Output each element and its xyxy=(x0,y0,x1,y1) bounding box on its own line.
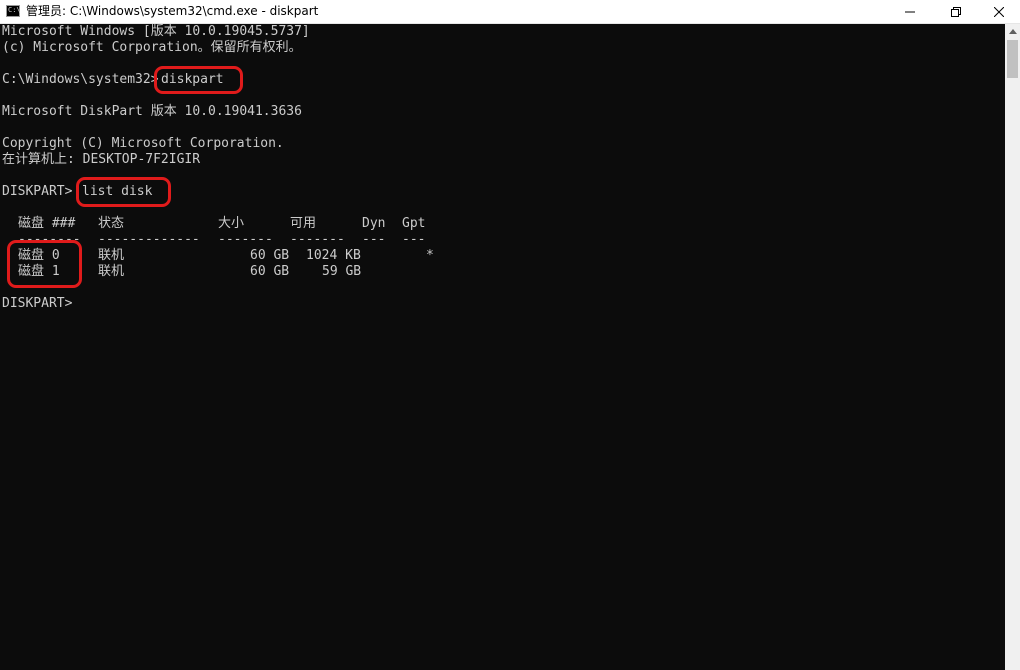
cmd-app-icon-text: C:\ xyxy=(8,6,21,14)
header-dyn: Dyn xyxy=(362,216,386,231)
table-row-size: 60 GB xyxy=(250,264,290,279)
table-row-free: 1024 KB xyxy=(306,248,361,263)
maximize-icon xyxy=(951,6,961,17)
console-line-version: Microsoft Windows [版本 10.0.19045.5737] xyxy=(2,24,310,39)
table-row-disk: 磁盘 1 xyxy=(18,264,60,279)
close-button[interactable] xyxy=(976,0,1020,23)
header-size: 大小 xyxy=(218,216,245,231)
diskpart-copyright: Copyright (C) Microsoft Corporation. xyxy=(2,136,284,151)
cmd-window: C:\ 管理员: C:\Windows\system32\cmd.exe - d… xyxy=(0,0,1020,670)
scrollbar-thumb[interactable] xyxy=(1007,40,1018,78)
separator-gpt: --- xyxy=(402,232,426,247)
prompt-diskpart-current: DISKPART> xyxy=(2,296,73,311)
command-diskpart: diskpart xyxy=(161,72,224,87)
console-line-copyright-ms: (c) Microsoft Corporation。保留所有权利。 xyxy=(2,40,302,55)
table-row-disk: 磁盘 0 xyxy=(18,248,60,263)
title-bar[interactable]: C:\ 管理员: C:\Windows\system32\cmd.exe - d… xyxy=(0,0,1020,24)
close-icon xyxy=(994,6,1004,17)
command-list-disk: list disk xyxy=(82,184,153,199)
header-status: 状态 xyxy=(98,216,125,231)
diskpart-version: Microsoft DiskPart 版本 10.0.19041.3636 xyxy=(2,104,302,119)
scroll-up-button[interactable] xyxy=(1005,24,1020,39)
header-free: 可用 xyxy=(290,216,317,231)
prompt-system32: C:\Windows\system32> xyxy=(2,72,159,87)
minimize-icon xyxy=(905,11,915,12)
separator-size: ------- xyxy=(218,232,273,247)
separator-dyn: --- xyxy=(362,232,386,247)
table-row-size: 60 GB xyxy=(250,248,290,263)
minimize-button[interactable] xyxy=(887,0,933,23)
prompt-diskpart: DISKPART> xyxy=(2,184,73,199)
scroll-up-icon xyxy=(1008,29,1017,34)
console-output[interactable]: Microsoft Windows [版本 10.0.19045.5737] (… xyxy=(0,24,1005,670)
header-disk: 磁盘 ### xyxy=(18,216,76,231)
window-title: 管理员: C:\Windows\system32\cmd.exe - diskp… xyxy=(26,4,319,18)
computer-name: 在计算机上: DESKTOP-7F2IGIR xyxy=(2,152,201,167)
table-row-gpt: * xyxy=(426,248,434,263)
separator-status: ------------- xyxy=(98,232,200,247)
separator-free: ------- xyxy=(290,232,345,247)
table-row-status: 联机 xyxy=(98,248,125,263)
maximize-button[interactable] xyxy=(933,0,979,23)
table-row-free: 59 GB xyxy=(322,264,362,279)
table-row-status: 联机 xyxy=(98,264,125,279)
cmd-app-icon[interactable]: C:\ xyxy=(6,5,21,17)
header-gpt: Gpt xyxy=(402,216,426,231)
vertical-scrollbar[interactable] xyxy=(1005,24,1020,670)
separator-disk: -------- xyxy=(18,232,81,247)
